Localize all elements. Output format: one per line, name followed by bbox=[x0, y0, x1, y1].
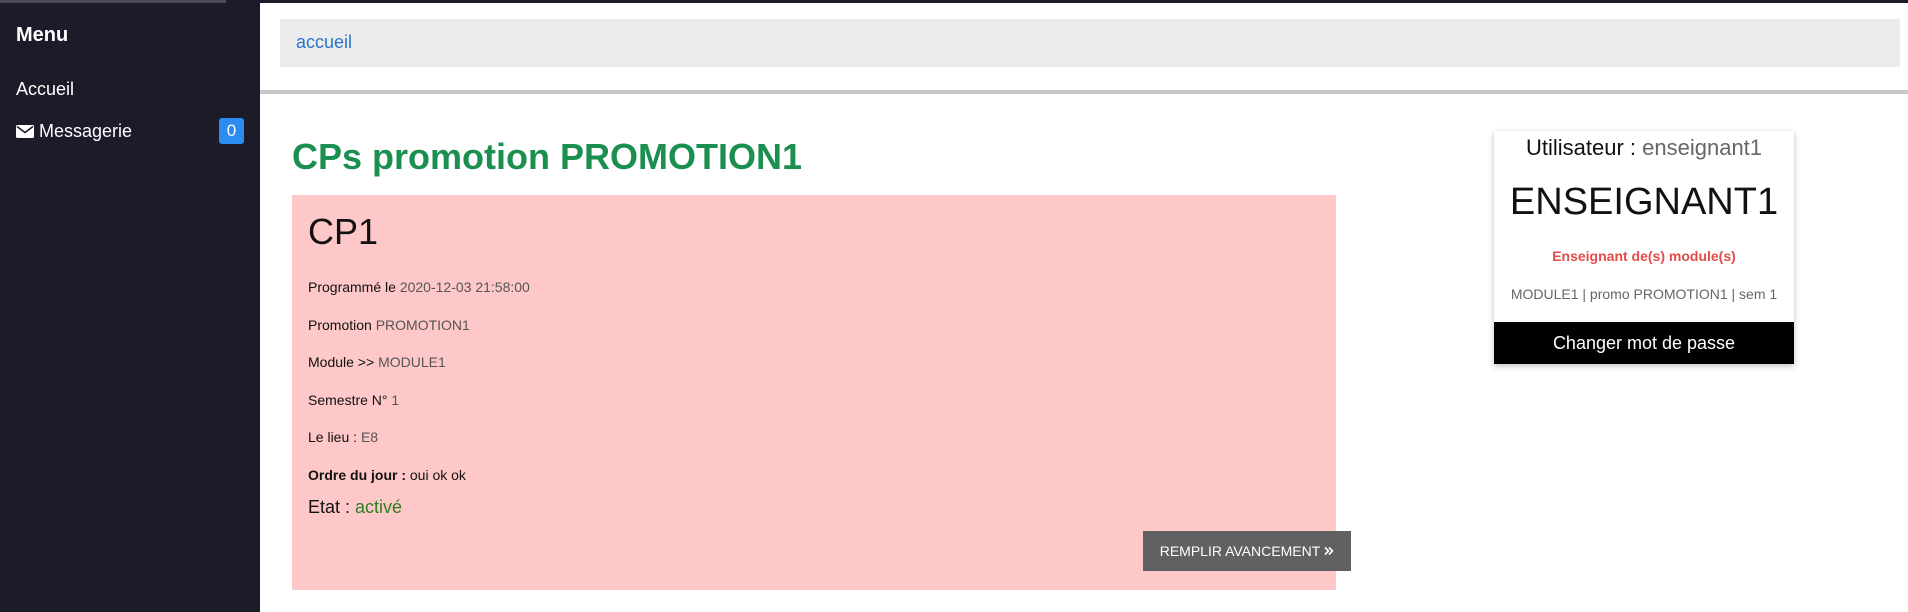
user-module-line: MODULE1 | promo PROMOTION1 | sem 1 bbox=[1510, 286, 1778, 302]
cp-module-value: MODULE1 bbox=[378, 354, 446, 370]
cp-state-label: Etat : bbox=[308, 497, 351, 517]
cp-agenda: Ordre du jour : oui ok ok bbox=[308, 467, 466, 483]
menu-title: Menu bbox=[16, 24, 69, 46]
cp-agenda-label: Ordre du jour : bbox=[308, 467, 406, 483]
user-display-name: ENSEIGNANT1 bbox=[1509, 181, 1779, 223]
cp-agenda-value: oui ok ok bbox=[409, 467, 466, 483]
cp-semester-label: Semestre N° bbox=[308, 392, 388, 408]
user-card: Utilisateur : enseignant1 ENSEIGNANT1 En… bbox=[1494, 131, 1794, 364]
cp-module: Module >> MODULE1 bbox=[308, 354, 446, 370]
breadcrumb: accueil bbox=[280, 19, 1900, 67]
cp-place-label: Le lieu : bbox=[308, 429, 358, 445]
cp-scheduled-value: 2020-12-03 21:58:00 bbox=[399, 279, 530, 295]
cp-semester: Semestre N° 1 bbox=[308, 392, 399, 408]
double-chevron-right-icon bbox=[1324, 546, 1334, 556]
cp-place: Le lieu : E8 bbox=[308, 429, 378, 445]
cp-promotion-value: PROMOTION1 bbox=[375, 317, 470, 333]
cp-state: Etat : activé bbox=[308, 497, 402, 518]
sidebar: Menu Accueil Messagerie 0 bbox=[0, 0, 260, 612]
top-border bbox=[260, 0, 1908, 3]
envelope-icon bbox=[16, 125, 34, 138]
user-line: Utilisateur : enseignant1 bbox=[1494, 135, 1794, 161]
cp-promotion: Promotion PROMOTION1 bbox=[308, 317, 470, 333]
user-label: Utilisateur : bbox=[1525, 135, 1637, 160]
cp-name: CP1 bbox=[308, 211, 379, 252]
cp-state-value: activé bbox=[355, 497, 403, 517]
cp-semester-value: 1 bbox=[391, 392, 400, 408]
breadcrumb-home-link[interactable]: accueil bbox=[296, 32, 352, 53]
header-divider bbox=[260, 90, 1908, 94]
cp-module-label: Module >> bbox=[308, 354, 375, 370]
sidebar-item-label: Accueil bbox=[16, 79, 75, 99]
cp-card: CP1 Programmé le 2020-12-03 21:58:00 Pro… bbox=[292, 195, 1351, 590]
user-role: Enseignant de(s) module(s) bbox=[1552, 248, 1736, 264]
cp-place-value: E8 bbox=[360, 429, 379, 445]
cp-scheduled-label: Programmé le bbox=[308, 279, 396, 295]
username: enseignant1 bbox=[1642, 135, 1763, 160]
fill-progress-button[interactable]: REMPLIR AVANCEMENT bbox=[1143, 531, 1351, 571]
page-title: CPs promotion PROMOTION1 bbox=[292, 136, 803, 177]
sidebar-item-accueil[interactable]: Accueil bbox=[16, 79, 74, 100]
cp-scheduled: Programmé le 2020-12-03 21:58:00 bbox=[308, 279, 530, 295]
cp-promotion-label: Promotion bbox=[308, 317, 372, 333]
sidebar-top-line bbox=[0, 0, 226, 3]
change-password-button[interactable]: Changer mot de passe bbox=[1494, 322, 1794, 364]
unread-count-badge: 0 bbox=[219, 118, 244, 144]
main-content: accueil CPs promotion PROMOTION1 CP1 Pro… bbox=[260, 0, 1908, 612]
fill-progress-label: REMPLIR AVANCEMENT bbox=[1159, 543, 1321, 559]
sidebar-item-messagerie[interactable]: Messagerie 0 bbox=[16, 118, 244, 144]
sidebar-item-label: Messagerie bbox=[39, 121, 133, 141]
